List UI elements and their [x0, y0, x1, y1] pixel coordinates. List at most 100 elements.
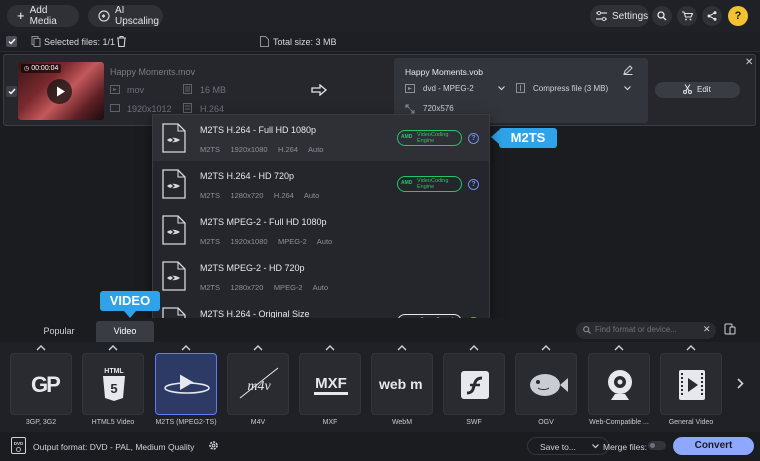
device-detect-button[interactable]	[724, 323, 736, 335]
expand-format-chevron[interactable]	[686, 345, 696, 351]
preset-container: M2TS	[200, 283, 221, 292]
bluray-icon	[156, 354, 218, 416]
format-search-input[interactable]: Find format or device... ✕	[576, 322, 716, 339]
cart-button[interactable]	[677, 6, 697, 26]
preset-title: M2TS H.264 - Full HD 1080p	[200, 125, 317, 135]
plus-icon: +	[17, 8, 25, 23]
bluray-file-icon	[162, 169, 186, 199]
source-codec: H.264	[200, 104, 225, 114]
bluray-file-icon	[162, 261, 186, 291]
select-all-checkbox[interactable]	[6, 36, 17, 47]
output-format: dvd - MPEG-2	[423, 84, 474, 93]
delete-button[interactable]	[117, 36, 126, 47]
file-checkbox[interactable]	[6, 86, 17, 97]
format-label: M4V	[250, 419, 266, 426]
convert-button[interactable]: Convert	[673, 437, 754, 455]
source-resolution: 1920x1012	[127, 104, 172, 114]
expand-format-chevron[interactable]	[614, 345, 624, 351]
ai-upscaling-button[interactable]: AI Upscaling	[88, 5, 163, 27]
preset-item[interactable]: M2TS H.264 - Full HD 1080p M2TS 1920x1080…	[153, 115, 489, 161]
format-tile[interactable]	[443, 353, 505, 415]
cart-icon	[681, 11, 693, 21]
sliders-icon	[596, 11, 607, 21]
preset-resolution: 1920x1080	[230, 145, 268, 154]
rename-button[interactable]	[623, 65, 633, 75]
preset-item[interactable]: M2TS H.264 - HD 720p M2TS 1280x720 H.264 …	[153, 161, 489, 207]
search-icon	[657, 11, 667, 21]
preset-audio: Auto	[308, 145, 324, 154]
expand-format-chevron[interactable]	[541, 345, 551, 351]
tab-popular[interactable]: Popular	[30, 321, 88, 342]
preset-item[interactable]: M2TS MPEG-2 - HD 720p M2TS 1280x720 MPEG-…	[153, 253, 489, 299]
resolution-icon	[110, 104, 120, 112]
help-icon[interactable]: ?	[468, 179, 479, 190]
bluray-file-icon	[162, 215, 186, 245]
help-icon[interactable]: ?	[468, 133, 479, 144]
save-to-dropdown[interactable]: Save to...	[527, 437, 609, 455]
format-dropdown-chevron[interactable]	[498, 86, 505, 91]
engine-line2: Engine	[417, 184, 435, 190]
preset-title: M2TS MPEG-2 - HD 720p	[200, 263, 305, 273]
format-tile[interactable]: m4v	[227, 353, 289, 415]
format-tile[interactable]	[588, 353, 650, 415]
settings-button[interactable]: Settings	[590, 5, 649, 27]
merge-files-label: Merge files:	[603, 442, 647, 452]
expand-format-chevron[interactable]	[36, 345, 46, 351]
close-icon: ✕	[745, 57, 754, 68]
webcam-icon	[589, 354, 651, 416]
scroll-right-button[interactable]	[737, 378, 744, 389]
expand-format-chevron[interactable]	[325, 345, 335, 351]
format-tile[interactable]	[155, 353, 217, 415]
edit-button[interactable]: Edit	[655, 82, 740, 98]
remove-file-button[interactable]: ✕	[745, 57, 753, 68]
bluray-file-icon	[162, 123, 186, 153]
output-format-icon	[405, 84, 415, 93]
help-button[interactable]: ?	[728, 6, 748, 26]
svg-text:m4v: m4v	[247, 379, 271, 394]
preset-resolution: 1920x1080	[230, 237, 268, 246]
play-button[interactable]	[47, 79, 72, 104]
amd-engine-badge: AMD VideoCoding Engine	[397, 130, 462, 146]
mxf-icon: MXF	[300, 354, 362, 416]
format-tile[interactable]	[515, 353, 577, 415]
ai-upscaling-icon	[98, 10, 110, 22]
expand-format-chevron[interactable]	[253, 345, 263, 351]
expand-format-chevron[interactable]	[469, 345, 479, 351]
search-placeholder: Find format or device...	[595, 325, 677, 334]
preset-dropdown: M2TS H.264 - Full HD 1080p M2TS 1920x1080…	[152, 114, 490, 342]
svg-text:MXF: MXF	[315, 375, 347, 392]
expand-format-chevron[interactable]	[108, 345, 118, 351]
clear-search-button[interactable]: ✕	[703, 324, 711, 335]
duration-badge: ◷ 00:00:04	[21, 64, 62, 73]
preset-audio: Auto	[316, 237, 333, 246]
format-tile[interactable]: web m	[371, 353, 433, 415]
format-tile[interactable]: MXF	[299, 353, 361, 415]
m4v-icon: m4v	[228, 354, 290, 416]
output-settings-button[interactable]	[208, 440, 219, 451]
toggle-knob	[650, 443, 655, 448]
chevron-right-icon	[737, 378, 744, 389]
convert-arrow-icon	[311, 84, 327, 96]
tab-video[interactable]: Video	[96, 321, 154, 342]
search-button[interactable]	[652, 6, 672, 26]
preset-details: M2TS 1280x720 MPEG-2 Auto	[200, 283, 328, 292]
compress-dropdown[interactable]: Compress file (3 MB)	[533, 84, 608, 93]
compress-chevron[interactable]	[624, 86, 631, 91]
size-icon	[260, 36, 269, 47]
format-tile[interactable]: GP	[10, 353, 72, 415]
share-icon	[707, 11, 717, 21]
expand-format-chevron[interactable]	[181, 345, 191, 351]
html5-icon: HTML 5	[83, 354, 145, 416]
preset-item[interactable]: M2TS MPEG-2 - Full HD 1080p M2TS 1920x108…	[153, 207, 489, 253]
format-tile[interactable]: HTML 5	[82, 353, 144, 415]
share-button[interactable]	[702, 6, 722, 26]
preset-audio: Auto	[312, 283, 329, 292]
video-thumbnail[interactable]: ◷ 00:00:04	[18, 62, 104, 120]
expand-format-chevron[interactable]	[397, 345, 407, 351]
preset-codec: MPEG-2	[277, 237, 307, 246]
settings-label: Settings	[612, 10, 649, 22]
merge-files-toggle[interactable]	[648, 441, 666, 450]
format-tile[interactable]	[660, 353, 722, 415]
add-media-button[interactable]: + Add Media	[7, 5, 79, 27]
pencil-icon	[623, 65, 633, 75]
